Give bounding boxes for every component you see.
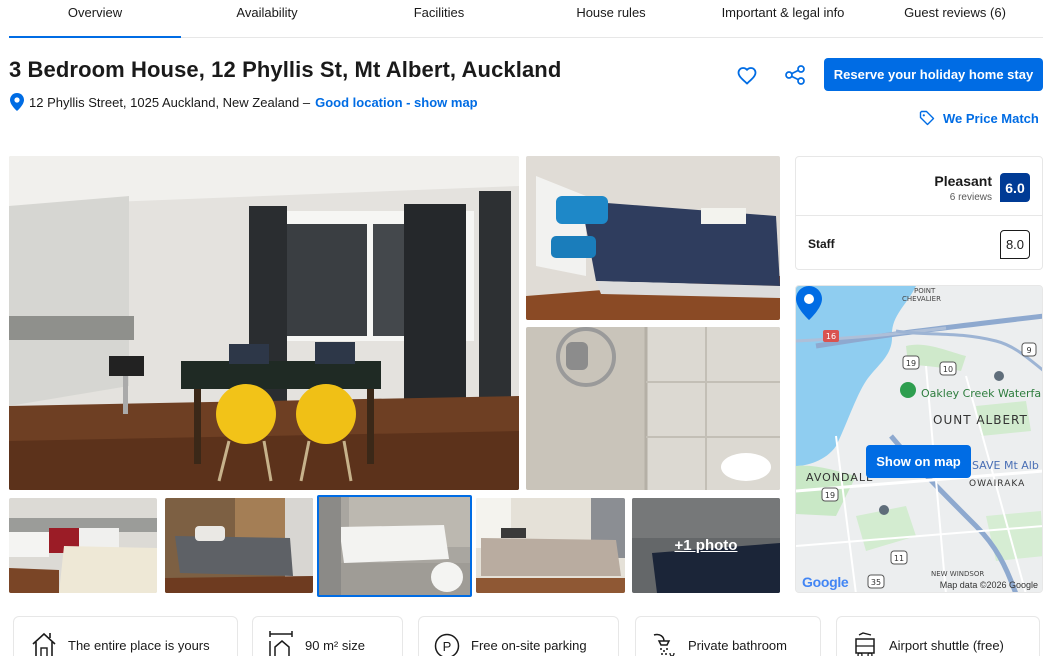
review-score-word: Pleasant [934,173,992,189]
house-icon [32,632,56,656]
show-map-link[interactable]: Good location - show map [315,95,478,110]
photo-shower[interactable] [526,327,780,490]
map-label-point: POINT [914,287,936,295]
more-photos-label[interactable]: +1 photo [632,498,780,593]
review-score-card[interactable]: Pleasant 6 reviews 6.0 Staff 8.0 [795,156,1043,270]
reserve-button[interactable]: Reserve your holiday home stay [824,58,1043,91]
thumbnail-kitchen[interactable] [9,498,157,593]
tab-overview[interactable]: Overview [9,0,181,38]
svg-text:P: P [443,639,452,654]
map-label-mount-albert: OUNT ALBERT [933,413,1028,427]
heart-icon[interactable] [734,62,760,88]
shower-icon [653,633,675,656]
amenity-private-bathroom: Private bathroom [635,616,821,656]
route-shield-10: 10 [943,365,953,374]
subscore-value: 8.0 [1000,230,1030,259]
review-score-badge: 6.0 [1000,173,1030,202]
amenity-size: 90 m² size [252,616,403,656]
location-map[interactable]: 16 19 10 9 19 11 35 POINT CHEVALIER Oakl… [795,285,1043,593]
amenity-label: The entire place is yours [68,638,210,653]
map-label-owairaka: OWAIRAKA [969,479,1026,489]
tab-legal-info[interactable]: Important & legal info [697,0,869,37]
google-logo: Google [802,574,849,590]
show-on-map-button[interactable]: Show on map [866,445,971,478]
map-label-chevalier: CHEVALIER [902,295,941,303]
map-label-avondale: AVONDALE [806,471,874,484]
map-label-save: SAVE Mt Alb [972,459,1039,472]
price-match-label: We Price Match [943,110,1039,126]
share-icon[interactable] [782,62,808,88]
main-photo-dining-room[interactable] [9,156,519,490]
amenity-label: Private bathroom [688,638,787,653]
amenity-airport-shuttle: Airport shuttle (free) [836,616,1040,656]
shuttle-icon [855,632,875,656]
photo-bedroom[interactable] [526,156,780,320]
amenity-label: Free on-site parking [471,638,587,653]
map-pin-icon [796,286,822,320]
amenity-entire-place: The entire place is yours [13,616,238,656]
tab-facilities[interactable]: Facilities [353,0,525,37]
map-attribution: Map data ©2026 Google [939,580,1038,590]
map-label-new-windsor: NEW WINDSOR [931,570,985,578]
thumbnail-bedroom-3[interactable] [476,498,625,593]
size-icon [269,631,293,656]
route-shield-9: 9 [1026,346,1031,355]
map-label-oakley-creek: Oakley Creek Waterfa [921,387,1042,400]
tab-bar: Overview Availability Facilities House r… [9,0,1043,38]
address-row: 12 Phyllis Street, 1025 Auckland, New Ze… [10,93,478,111]
route-shield-19-north: 19 [906,359,916,368]
review-summary: Pleasant 6 reviews 6.0 [796,157,1042,216]
tab-availability[interactable]: Availability [181,0,353,37]
parking-icon: P [434,633,460,656]
amenity-parking: P Free on-site parking [418,616,619,656]
tag-icon [919,110,935,126]
route-shield-35: 35 [871,578,881,587]
amenity-label: Airport shuttle (free) [889,638,1004,653]
property-address: 12 Phyllis Street, 1025 Auckland, New Ze… [29,94,311,110]
thumbnail-bedroom-2[interactable] [165,498,313,593]
amenity-label: 90 m² size [305,638,365,653]
property-title: 3 Bedroom House, 12 Phyllis St, Mt Alber… [9,57,562,82]
location-pin-icon [10,93,24,111]
review-count: 6 reviews [949,192,992,203]
price-match-link[interactable]: We Price Match [919,110,1039,126]
route-shield-11: 11 [894,554,904,563]
thumbnail-bathtub-selected[interactable] [317,495,472,597]
tab-guest-reviews[interactable]: Guest reviews (6) [869,0,1041,37]
subscore-label: Staff [808,237,835,251]
thumbnail-more-photos[interactable]: +1 photo [632,498,780,593]
route-shield-16: 16 [826,332,836,341]
tab-house-rules[interactable]: House rules [525,0,697,37]
route-shield-19-south: 19 [825,491,835,500]
